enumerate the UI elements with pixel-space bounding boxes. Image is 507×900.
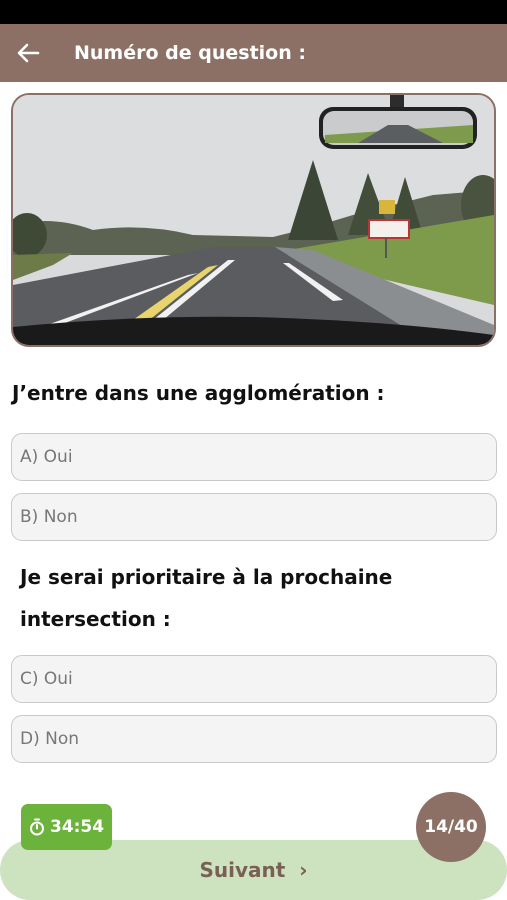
question-counter-value: 14/40 — [424, 817, 478, 837]
answer-a[interactable]: A) Oui — [11, 433, 497, 481]
timer-badge: 34:54 — [21, 804, 112, 850]
answer-d[interactable]: D) Non — [11, 715, 497, 763]
next-button-label: Suivant — [199, 858, 286, 882]
answer-c-label: C) Oui — [20, 669, 73, 689]
stopwatch-icon — [29, 818, 44, 836]
road-scene-image — [11, 93, 496, 347]
answer-b-label: B) Non — [20, 507, 78, 527]
answer-c[interactable]: C) Oui — [11, 655, 497, 703]
back-button[interactable] — [0, 24, 56, 82]
timer-value: 34:54 — [49, 817, 105, 837]
question-1-text: J’entre dans une agglomération : — [12, 381, 385, 405]
answer-b[interactable]: B) Non — [11, 493, 497, 541]
chevron-right-icon: › — [299, 858, 308, 882]
question-2-text: Je serai prioritaire à la prochaine inte… — [20, 565, 393, 631]
status-bar — [0, 0, 507, 24]
answer-a-label: A) Oui — [20, 447, 73, 467]
app-bar: Numéro de question : — [0, 24, 507, 82]
arrow-left-icon — [17, 43, 40, 63]
page-title: Numéro de question : — [74, 42, 306, 64]
question-counter: 14/40 — [416, 792, 486, 862]
answer-d-label: D) Non — [20, 729, 80, 749]
